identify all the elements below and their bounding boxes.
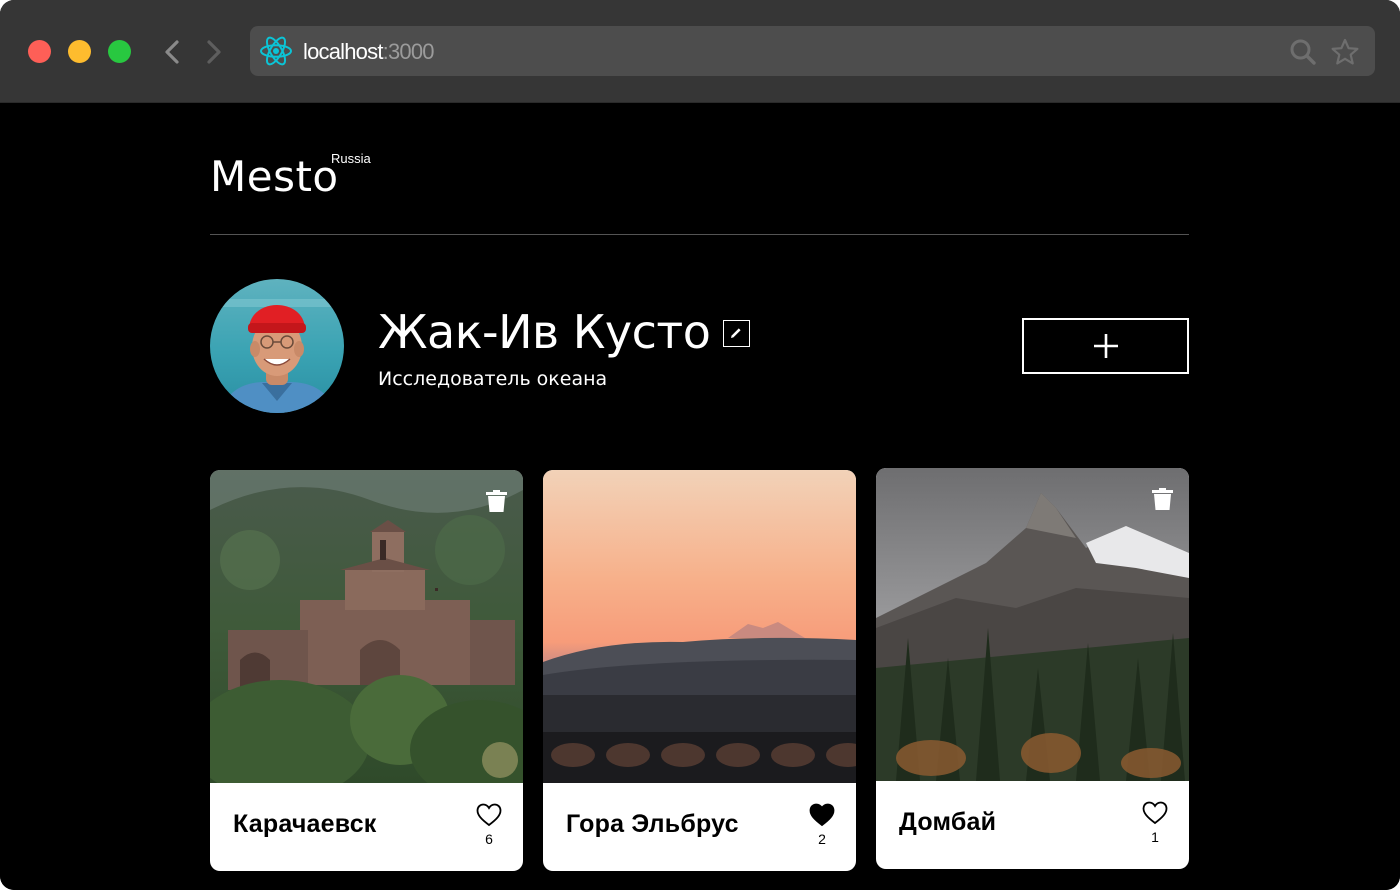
avatar-image xyxy=(210,279,344,413)
heart-icon[interactable] xyxy=(476,803,502,827)
trash-icon[interactable] xyxy=(486,490,507,512)
close-window-button[interactable] xyxy=(28,40,51,63)
forward-arrow-icon[interactable] xyxy=(200,38,226,66)
profile-name: Жак-Ив Кусто xyxy=(378,305,711,359)
logo[interactable]: Mesto xyxy=(210,152,339,201)
back-arrow-icon[interactable] xyxy=(160,38,186,66)
card-title: Гора Эльбрус xyxy=(566,810,739,838)
like-count: 6 xyxy=(485,831,493,847)
card-caption: Гора Эльбрус 2 xyxy=(543,783,856,871)
trash-icon[interactable] xyxy=(1152,488,1173,510)
site-header: Mesto Russia xyxy=(210,103,1189,235)
card-title: Домбай xyxy=(899,808,997,836)
browser-window: localhost:3000 Mesto Russia Жак-Ив Кусто… xyxy=(0,0,1400,890)
url-port: :3000 xyxy=(382,39,435,64)
minimize-window-button[interactable] xyxy=(68,40,91,63)
card: Карачаевск 6 xyxy=(210,470,523,871)
like-count: 2 xyxy=(818,831,826,847)
address-bar[interactable]: localhost:3000 xyxy=(250,26,1375,76)
browser-toolbar: localhost:3000 xyxy=(0,0,1400,103)
card-image[interactable] xyxy=(543,470,856,783)
star-icon[interactable] xyxy=(1330,37,1360,67)
logo-superscript: Russia xyxy=(331,151,371,166)
card: Гора Эльбрус 2 xyxy=(543,470,856,871)
card-image[interactable] xyxy=(210,470,523,783)
search-icon[interactable] xyxy=(1289,38,1317,66)
cards-grid: Карачаевск 6 Гора Эльбрус 2 Домбай 1 xyxy=(210,468,1189,890)
card-caption: Карачаевск 6 xyxy=(210,783,523,871)
react-logo-icon xyxy=(260,36,292,66)
add-card-button[interactable] xyxy=(1022,318,1189,374)
card-caption: Домбай 1 xyxy=(876,781,1189,869)
edit-profile-button[interactable] xyxy=(723,320,750,347)
card-image[interactable] xyxy=(876,468,1189,781)
avatar[interactable] xyxy=(210,279,344,413)
url-host: localhost xyxy=(303,39,383,64)
card: Домбай 1 xyxy=(876,468,1189,869)
zoom-window-button[interactable] xyxy=(108,40,131,63)
plus-icon xyxy=(1094,334,1118,358)
url-text: localhost:3000 xyxy=(303,39,435,65)
heart-icon[interactable] xyxy=(809,803,835,827)
card-title: Карачаевск xyxy=(233,810,377,838)
like-count: 1 xyxy=(1151,829,1159,845)
profile: Жак-Ив Кусто Исследователь океана xyxy=(210,279,1189,413)
profile-about: Исследователь океана xyxy=(378,368,608,390)
heart-icon[interactable] xyxy=(1142,801,1168,825)
page: Mesto Russia Жак-Ив Кусто Исследователь … xyxy=(0,103,1400,890)
pencil-icon xyxy=(731,328,741,338)
